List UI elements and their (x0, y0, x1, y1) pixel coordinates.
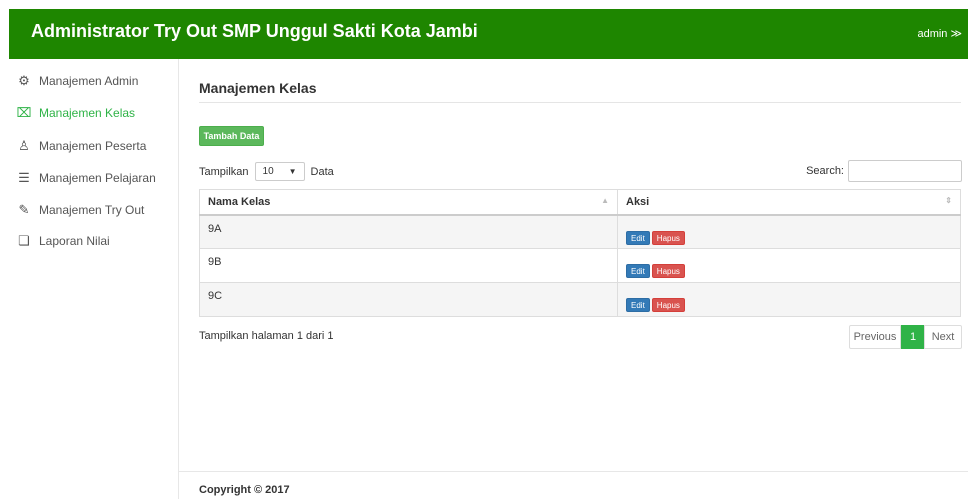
footer-copyright: Copyright © 2017 (199, 484, 290, 496)
footer-divider (179, 471, 968, 472)
cell-nama-kelas: 9B (199, 248, 618, 283)
table-row: 9C Edit Hapus (199, 282, 961, 317)
edit-button[interactable]: Edit (626, 264, 650, 278)
sidebar-item-manajemen-pelajaran[interactable]: ☰ Manajemen Pelajaran (9, 165, 177, 191)
cell-aksi: Edit Hapus (617, 282, 961, 317)
delete-button[interactable]: Hapus (651, 264, 685, 278)
next-page-button[interactable]: Next (924, 325, 962, 349)
sidebar-item-label: Manajemen Pelajaran (39, 171, 156, 185)
column-label: Nama Kelas (208, 195, 271, 208)
sidebar-item-manajemen-admin[interactable]: ⚙ Manajemen Admin (9, 68, 177, 94)
caret-down-icon: ▼ (288, 167, 297, 176)
app-title: Administrator Try Out SMP Unggul Sakti K… (31, 21, 478, 41)
sidebar-item-label: Manajemen Try Out (39, 203, 145, 217)
top-navbar: Administrator Try Out SMP Unggul Sakti K… (9, 9, 968, 59)
cell-nama-kelas: 9C (199, 282, 618, 317)
edit-button[interactable]: Edit (626, 230, 650, 245)
sidebar-item-label: Manajemen Kelas (39, 106, 136, 120)
sort-asc-icon: ▲ (601, 196, 609, 205)
page-length-value: 10 (262, 166, 274, 177)
delete-button[interactable]: Hapus (651, 230, 685, 245)
gear-icon: ⚙ (18, 73, 30, 88)
sidebar-item-label: Laporan Nilai (39, 234, 110, 248)
sidebar-item-manajemen-kelas[interactable]: ⌧ Manajemen Kelas (9, 100, 177, 126)
page-length-control: Tampilkan 10 ▼ Data (199, 162, 334, 181)
sidebar-item-label: Manajemen Peserta (39, 139, 147, 153)
add-data-button[interactable]: Tambah Data (199, 126, 264, 146)
cell-aksi: Edit Hapus (617, 214, 961, 249)
user-icon: ♙ (18, 138, 30, 153)
column-header-nama-kelas[interactable]: Nama Kelas ▲ (199, 189, 618, 216)
sidebar-item-manajemen-try-out[interactable]: ✎ Manajemen Try Out (9, 197, 177, 223)
class-table: Nama Kelas ▲ Aksi ⇕ 9A Edit Hapus 9B Edit… (199, 189, 961, 317)
sidebar-item-manajemen-peserta[interactable]: ♙ Manajemen Peserta (9, 133, 177, 159)
cell-aksi: Edit Hapus (617, 248, 961, 283)
table-header-row: Nama Kelas ▲ Aksi ⇕ (199, 189, 961, 216)
column-label: Aksi (626, 195, 650, 208)
edit-button[interactable]: Edit (626, 298, 650, 312)
edit-icon: ✎ (18, 202, 30, 217)
page-title: Manajemen Kelas (199, 80, 317, 96)
table-row: 9A Edit Hapus (199, 214, 961, 249)
length-prefix-label: Tampilkan (199, 165, 249, 178)
sidebar-item-label: Manajemen Admin (39, 74, 139, 88)
main-content: Manajemen Kelas Tambah Data Tampilkan 10… (179, 59, 968, 499)
pagination: Previous 1 Next (849, 325, 962, 349)
title-divider (199, 102, 961, 103)
cell-nama-kelas: 9A (199, 214, 618, 249)
user-menu[interactable]: admin ≫ (917, 27, 962, 40)
book-icon: ☰ (18, 170, 30, 185)
delete-button[interactable]: Hapus (651, 298, 685, 312)
length-suffix-label: Data (310, 165, 334, 178)
flag-icon: ⌧ (16, 105, 32, 120)
sidebar-item-laporan-nilai[interactable]: ❏ Laporan Nilai (9, 228, 177, 254)
column-header-aksi[interactable]: Aksi ⇕ (617, 189, 961, 216)
sidebar: ⚙ Manajemen Admin ⌧ Manajemen Kelas ♙ Ma… (9, 59, 179, 499)
report-icon: ❏ (18, 233, 30, 248)
page-length-select[interactable]: 10 ▼ (254, 162, 305, 181)
page-1-button[interactable]: 1 (901, 325, 925, 349)
search-label: Search: (806, 165, 844, 177)
table-info: Tampilkan halaman 1 dari 1 (199, 330, 334, 342)
previous-page-button[interactable]: Previous (849, 325, 901, 349)
table-row: 9B Edit Hapus (199, 248, 961, 283)
search-control: Search: (806, 160, 962, 182)
sort-both-icon: ⇕ (945, 196, 952, 205)
search-input[interactable] (848, 160, 962, 182)
